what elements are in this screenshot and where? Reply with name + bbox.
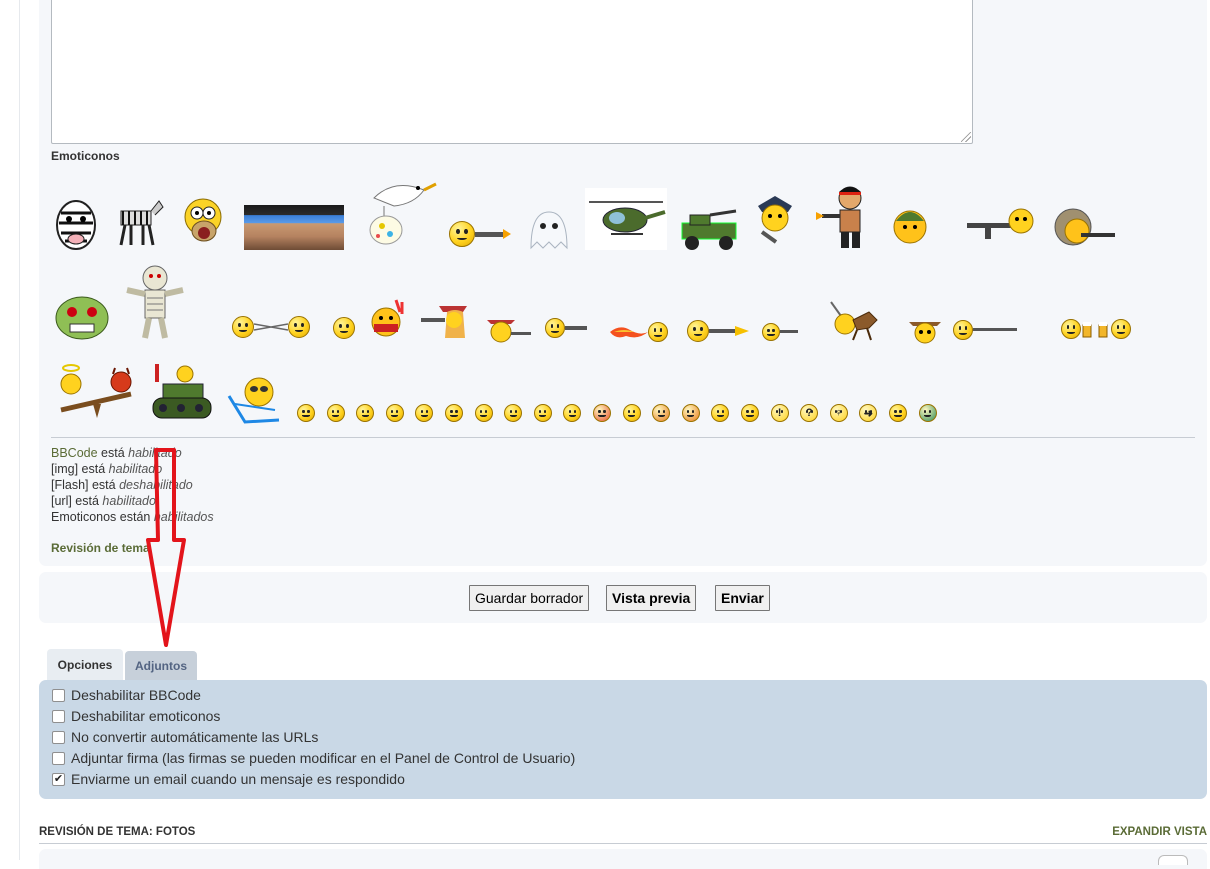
wink-smiley[interactable]	[740, 403, 760, 423]
shooter-fire-emoticon[interactable]	[685, 318, 751, 344]
footer-divider	[39, 843, 1207, 844]
flash-status: [Flash] está deshabilitado	[51, 478, 193, 492]
option-attach-signature[interactable]: Adjuntar firma (las firmas se pueden mod…	[52, 749, 575, 767]
emoticons-title: Emoticonos	[51, 149, 120, 163]
sunbather-emoticon[interactable]	[225, 374, 287, 426]
post-form-panel: Emoticonos ! ? ♀ ➜ BBCode está habilitad…	[39, 0, 1207, 566]
cowboy-photo-emoticon[interactable]	[244, 205, 344, 250]
smiley-gun-emoticon[interactable]	[448, 218, 512, 250]
neutral-smiley[interactable]	[888, 403, 908, 423]
zebra-walking-emoticon[interactable]	[109, 193, 167, 249]
submit-buttons-panel: Guardar borrador Vista previa Enviar	[39, 572, 1207, 623]
sniper-emoticon[interactable]	[544, 314, 588, 342]
option-disable-bbcode[interactable]: Deshabilitar BBCode	[52, 686, 201, 704]
question-smiley[interactable]: ?	[799, 403, 819, 423]
razz-smiley[interactable]	[562, 403, 582, 423]
sad-smiley[interactable]	[355, 403, 375, 423]
left-border	[19, 0, 20, 860]
helmet-shooter-emoticon[interactable]	[1051, 205, 1117, 249]
oops-smiley[interactable]	[622, 403, 642, 423]
horse-rider-emoticon[interactable]	[829, 298, 881, 342]
options-panel: Deshabilitar BBCode Deshabilitar emotico…	[39, 680, 1207, 799]
url-status: [url] está habilitado	[51, 494, 156, 508]
topic-review-heading: REVISIÓN DE TEMA: FOTOS	[39, 826, 196, 838]
arrow-smiley[interactable]: ➜	[858, 403, 878, 423]
cowboy-girl-emoticon[interactable]	[419, 298, 471, 342]
checkbox-no-auto-urls[interactable]	[52, 730, 65, 744]
option-disable-emoticons[interactable]: Deshabilitar emoticonos	[52, 707, 220, 725]
beer-cheers-emoticon[interactable]	[1059, 316, 1133, 342]
idea-smiley[interactable]: ♀	[829, 403, 849, 423]
tank-emoticon[interactable]	[149, 362, 213, 426]
tab-options[interactable]: Opciones	[47, 649, 123, 680]
fencing-emoticon[interactable]	[231, 313, 311, 341]
checkbox-notify-reply[interactable]: ✔	[52, 772, 65, 786]
mummy-emoticon[interactable]	[121, 262, 189, 342]
expand-view-link[interactable]: EXPANDIR VISTA	[1112, 826, 1207, 838]
zombie-emoticon[interactable]	[53, 294, 111, 342]
boxer-emoticon[interactable]	[332, 315, 356, 341]
bbcode-link[interactable]: BBCode	[51, 446, 98, 460]
lol-smiley[interactable]	[503, 403, 523, 423]
rolleyes-smiley[interactable]	[710, 403, 730, 423]
topic-review-link[interactable]: Revisión de tema	[51, 541, 150, 555]
bbcode-status: BBCode está habilitado	[51, 446, 182, 460]
zebra-emoticon[interactable]	[53, 195, 99, 251]
ghost-emoticon[interactable]	[523, 208, 575, 250]
jeep-emoticon[interactable]	[676, 205, 742, 251]
eek-smiley[interactable]	[414, 403, 434, 423]
stork-emoticon[interactable]	[354, 168, 438, 250]
submit-button[interactable]: Enviar	[715, 585, 770, 611]
soldier-emoticon[interactable]	[890, 205, 930, 245]
shooter-small-emoticon[interactable]	[760, 320, 800, 344]
rifle-man-emoticon[interactable]	[952, 318, 1018, 342]
twisted-smiley[interactable]	[681, 403, 701, 423]
topic-review-panel	[39, 849, 1207, 869]
helicopter-emoticon[interactable]	[585, 188, 667, 250]
indian-emoticon[interactable]	[366, 298, 410, 342]
option-no-auto-urls[interactable]: No convertir automáticamente las URLs	[52, 728, 318, 746]
laugh-smiley[interactable]	[296, 403, 316, 423]
mad-smiley[interactable]	[533, 403, 553, 423]
surprised-smiley[interactable]	[385, 403, 405, 423]
smile-smiley[interactable]	[326, 403, 346, 423]
red-angry-smiley[interactable]	[592, 403, 612, 423]
save-draft-button[interactable]: Guardar borrador	[469, 585, 590, 611]
option-notify-reply[interactable]: ✔ Enviarme un email cuando un mensaje es …	[52, 770, 405, 788]
confused-smiley[interactable]	[444, 403, 464, 423]
machine-gun-emoticon[interactable]	[965, 205, 1039, 247]
mrgreen-smiley[interactable]	[918, 403, 938, 423]
flamethrower-emoticon[interactable]	[607, 320, 671, 344]
angel-devil-seesaw-emoticon[interactable]	[57, 362, 135, 422]
police-emoticon[interactable]	[752, 192, 798, 244]
cool-smiley[interactable]	[474, 403, 494, 423]
message-textarea[interactable]	[51, 0, 973, 144]
cowboy-hat-emoticon[interactable]	[907, 314, 943, 344]
checkbox-disable-emoticons[interactable]	[52, 709, 65, 723]
img-status: [img] está habilitado	[51, 462, 163, 476]
cowboy-shooting-emoticon[interactable]	[483, 312, 533, 344]
emoticons-status: Emoticonos están habilitados	[51, 510, 214, 524]
exclaim-smiley[interactable]: !	[770, 403, 790, 423]
homer-emoticon[interactable]	[177, 193, 231, 251]
checkbox-attach-signature[interactable]	[52, 751, 65, 765]
checkbox-disable-bbcode[interactable]	[52, 688, 65, 702]
evil-smiley[interactable]	[651, 403, 671, 423]
divider	[51, 437, 1195, 438]
rambo-emoticon[interactable]	[814, 182, 874, 250]
resize-handle[interactable]	[961, 132, 971, 142]
tab-attachments[interactable]: Adjuntos	[125, 651, 197, 680]
preview-button[interactable]: Vista previa	[606, 585, 697, 611]
post-card-edge	[1158, 855, 1188, 865]
